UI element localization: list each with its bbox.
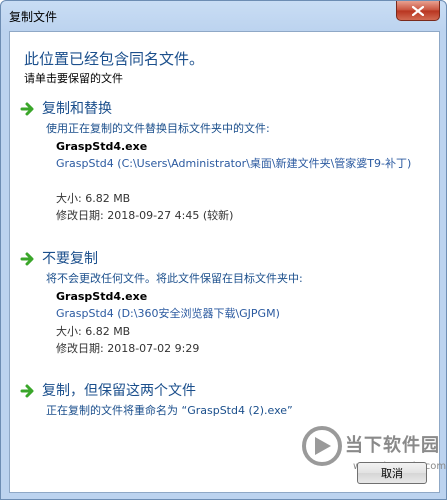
option-dont-copy[interactable]: 不要复制 将不会更改任何文件。将此文件保留在目标文件夹中: GraspStd4.… bbox=[20, 248, 430, 358]
dialog-window: 复制文件 此位置已经包含同名文件。 请单击要保留的文件 复制和替换 使用正在复制… bbox=[0, 0, 447, 500]
title-bar[interactable]: 复制文件 bbox=[1, 1, 446, 29]
green-arrow-icon bbox=[20, 252, 34, 266]
file-name: GraspStd4.exe bbox=[56, 140, 148, 153]
cancel-button[interactable]: 取消 bbox=[357, 462, 427, 484]
file-name: GraspStd4.exe bbox=[56, 290, 148, 303]
option-title: 复制，但保留这两个文件 bbox=[42, 383, 196, 399]
close-button[interactable] bbox=[396, 1, 440, 21]
file-path: GraspStd4 (C:\Users\Administrator\桌面\新建文… bbox=[56, 157, 412, 170]
option-copy-and-replace[interactable]: 复制和替换 使用正在复制的文件替换目标文件夹中的文件: GraspStd4.ex… bbox=[20, 98, 430, 228]
option-description: 将不会更改任何文件。将此文件保留在目标文件夹中: bbox=[46, 272, 303, 285]
close-icon bbox=[412, 5, 424, 16]
green-arrow-icon bbox=[20, 102, 34, 116]
file-size: 大小: 6.82 MB bbox=[56, 192, 131, 205]
watermark-logo-icon bbox=[302, 426, 342, 466]
file-modified: 修改日期: 2018-09-27 4:45 (较新) bbox=[56, 209, 234, 222]
option-description: 使用正在复制的文件替换目标文件夹中的文件: bbox=[46, 122, 270, 135]
window-title: 复制文件 bbox=[9, 10, 58, 24]
green-arrow-icon bbox=[20, 384, 34, 398]
dialog-heading: 此位置已经包含同名文件。 bbox=[24, 50, 205, 68]
option-title: 复制和替换 bbox=[42, 101, 112, 117]
option-description: 正在复制的文件将重命名为 “GraspStd4 (2).exe” bbox=[46, 404, 293, 417]
watermark-text: 当下软件园 bbox=[345, 435, 440, 456]
option-title: 不要复制 bbox=[42, 251, 98, 267]
file-size: 大小: 6.82 MB bbox=[56, 325, 131, 338]
file-path: GraspStd4 (D:\360安全浏览器下载\GJPGM) bbox=[56, 307, 280, 320]
dialog-subheading: 请单击要保留的文件 bbox=[24, 72, 123, 85]
file-modified: 修改日期: 2018-07-02 9:29 bbox=[56, 342, 200, 355]
option-copy-keep-both[interactable]: 复制，但保留这两个文件 正在复制的文件将重命名为 “GraspStd4 (2).… bbox=[20, 380, 430, 424]
